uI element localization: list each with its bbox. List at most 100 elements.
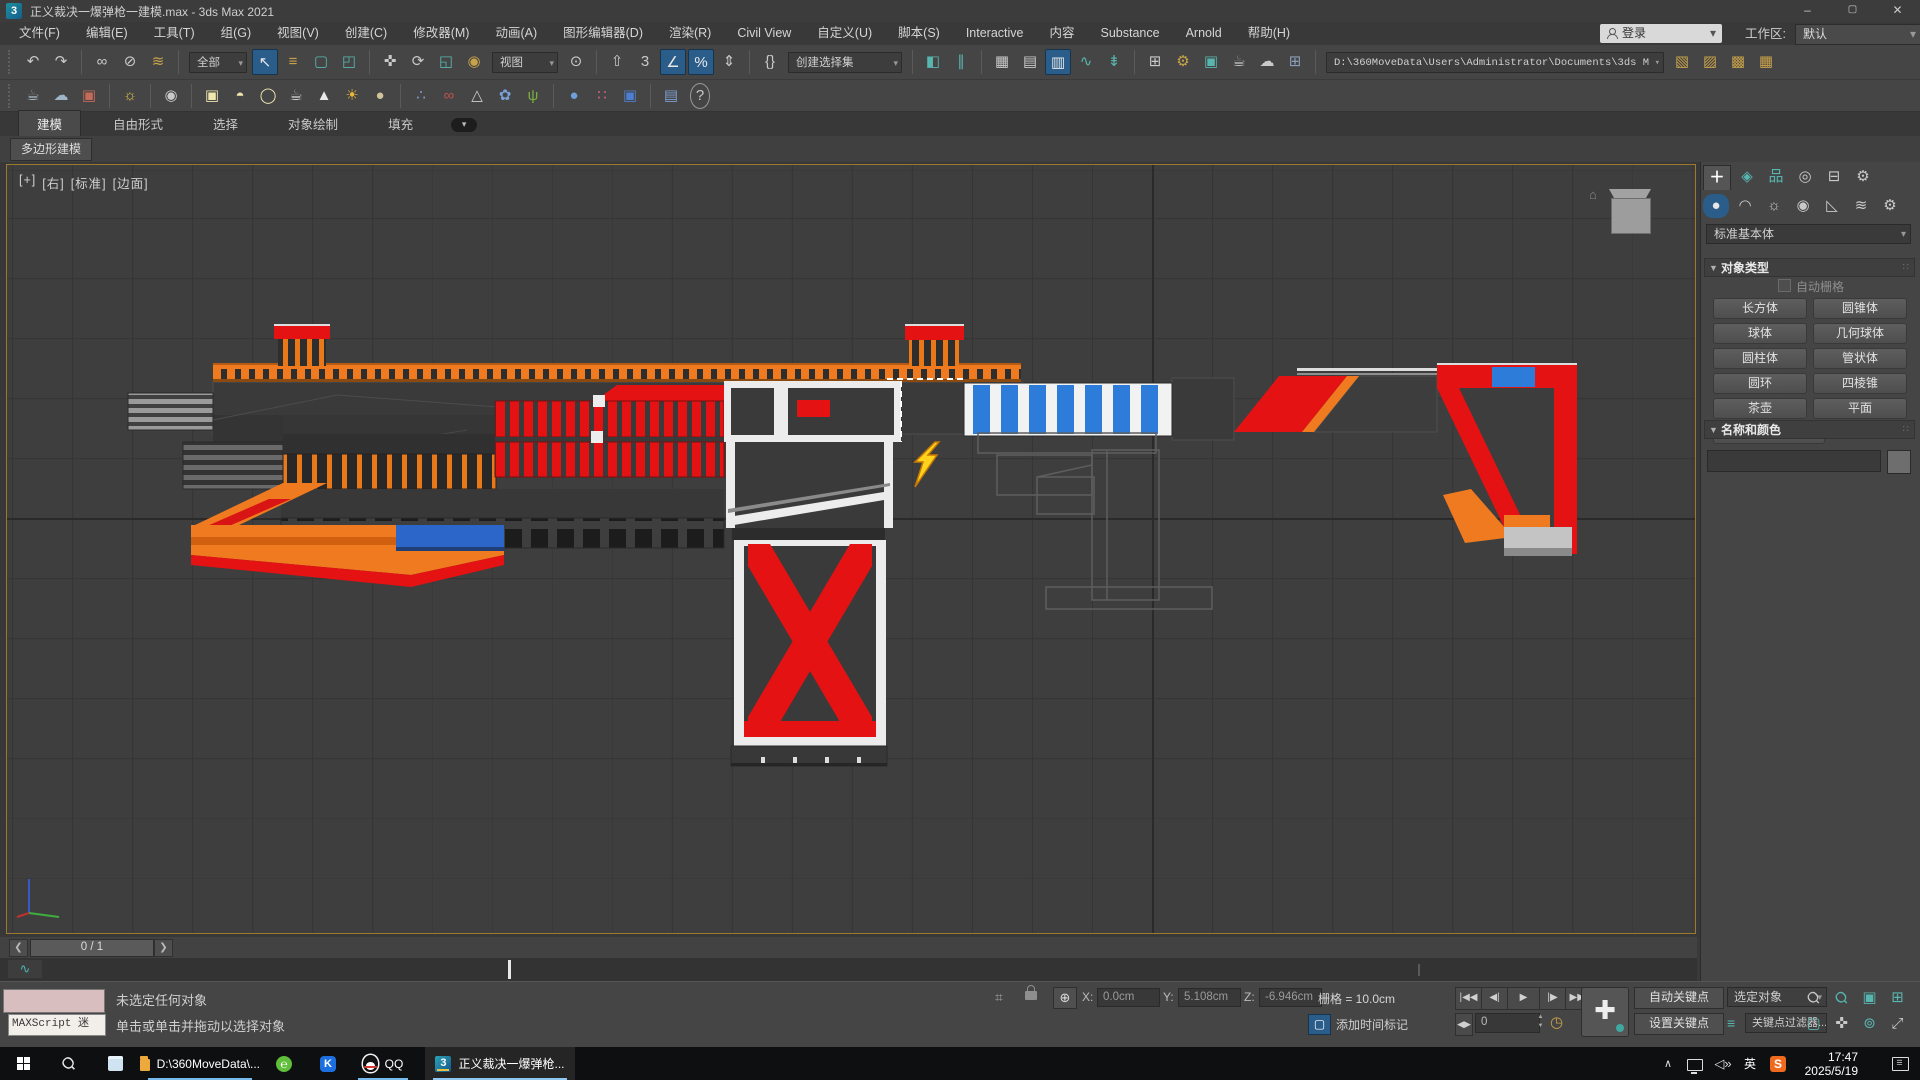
- ribbon-overflow-dropdown[interactable]: ▾: [451, 118, 477, 132]
- maxscript-mini-recorder[interactable]: [3, 989, 105, 1013]
- isolate-selection-icon[interactable]: ⌗: [995, 989, 1003, 1006]
- browser-360-button[interactable]: ℮: [262, 1047, 306, 1080]
- select-object-icon[interactable]: ↖: [252, 49, 278, 75]
- gun-model[interactable]: [7, 165, 1695, 933]
- frame-step-icon[interactable]: ◀▶: [1455, 1013, 1473, 1036]
- lights-icon[interactable]: ☼: [1761, 194, 1787, 218]
- primitive-button[interactable]: 球体: [1713, 323, 1807, 344]
- add-time-tag-label[interactable]: 添加时间标记: [1336, 1016, 1408, 1033]
- view-cube-top[interactable]: [1609, 189, 1651, 198]
- workspace-save-icon[interactable]: ▧: [1669, 49, 1695, 75]
- flower-icon[interactable]: ✿: [492, 84, 518, 108]
- light-card-icon[interactable]: ☼: [117, 84, 143, 108]
- workspace-dropdown[interactable]: 默认▾: [1795, 24, 1920, 45]
- shapes-icon[interactable]: ◠: [1732, 194, 1758, 218]
- motion-tab-icon[interactable]: ◎: [1792, 165, 1818, 189]
- select-rotate-icon[interactable]: ⟳: [405, 49, 431, 75]
- menu-item[interactable]: 工具(T): [141, 22, 208, 45]
- prev-frame-button[interactable]: ◀|: [1481, 987, 1508, 1010]
- primitive-button[interactable]: 四棱锥: [1813, 373, 1907, 394]
- ribbon-tab[interactable]: 建模: [18, 110, 81, 136]
- x-coordinate-field[interactable]: 0.0cm: [1097, 988, 1160, 1007]
- start-button[interactable]: [0, 1047, 46, 1080]
- named-selection-dropdown[interactable]: 创建选择集▾: [788, 52, 902, 73]
- menu-item[interactable]: 视图(V): [264, 22, 332, 45]
- systems-icon[interactable]: ⚙: [1877, 194, 1903, 218]
- modify-tab-icon[interactable]: ◈: [1734, 165, 1760, 189]
- ribbon-tab[interactable]: 对象绘制: [270, 111, 356, 136]
- toolbar-drag-handle[interactable]: [8, 50, 14, 74]
- k-app-button[interactable]: K: [306, 1047, 350, 1080]
- cameras-icon[interactable]: ◉: [1790, 194, 1816, 218]
- select-scale-icon[interactable]: ◱: [433, 49, 459, 75]
- snaps-toggle-icon[interactable]: 3: [632, 49, 658, 75]
- select-place-icon[interactable]: ◉: [461, 49, 487, 75]
- workspace-folder-icon[interactable]: ▨: [1697, 49, 1723, 75]
- helpers-icon[interactable]: ◺: [1819, 194, 1845, 218]
- ribbon-tab[interactable]: 自由形式: [95, 111, 181, 136]
- home-icon[interactable]: ⌂: [1589, 187, 1597, 202]
- close-button[interactable]: ✕: [1875, 0, 1920, 22]
- teapot-wire-icon[interactable]: ☕: [283, 84, 309, 108]
- object-color-swatch[interactable]: [1887, 450, 1911, 474]
- spacewarps-icon[interactable]: ≋: [1848, 194, 1874, 218]
- sphere-box-icon[interactable]: ▣: [617, 84, 643, 108]
- primitive-button[interactable]: 管状体: [1813, 348, 1907, 369]
- zoom-extents-icon[interactable]: ▣: [1856, 986, 1883, 1011]
- orbit-icon[interactable]: ⊚: [1856, 1012, 1883, 1037]
- render-icon[interactable]: ☕: [1226, 49, 1252, 75]
- camera-icon[interactable]: ◉: [158, 84, 184, 108]
- zoom-region-icon[interactable]: ▢: [1800, 1012, 1827, 1037]
- menu-item[interactable]: 创建(C): [332, 22, 400, 45]
- primitive-button[interactable]: 茶壶: [1713, 398, 1807, 419]
- maximize-button[interactable]: ▢: [1830, 0, 1875, 22]
- primitive-button[interactable]: 平面: [1813, 398, 1907, 419]
- network-tray-icon[interactable]: [1681, 1047, 1709, 1080]
- qq-task-button[interactable]: QQ: [350, 1047, 416, 1080]
- zoom-icon[interactable]: Ϙ: [1800, 986, 1827, 1011]
- autogrid-checkbox[interactable]: [1778, 279, 1791, 292]
- z-coordinate-field[interactable]: -6.946cm: [1259, 988, 1322, 1007]
- next-key-arrow[interactable]: ❯: [154, 939, 173, 957]
- rect-light-icon[interactable]: ▣: [199, 84, 225, 108]
- viewport-label[interactable]: [+] [右] [标准] [边面]: [19, 173, 149, 192]
- pan-icon[interactable]: ✜: [1828, 1012, 1855, 1037]
- taskbar-clock[interactable]: 17:47 2025/5/19: [1805, 1050, 1858, 1078]
- percent-snap-icon[interactable]: %: [688, 49, 714, 75]
- play-button[interactable]: ▶: [1507, 987, 1540, 1010]
- sogou-tray-icon[interactable]: S: [1763, 1047, 1793, 1080]
- category-dropdown[interactable]: 标准基本体▾: [1706, 224, 1911, 244]
- key-filter-icon[interactable]: ≡: [1727, 1015, 1735, 1031]
- sun-icon[interactable]: ☀: [339, 84, 365, 108]
- curve-editor-icon[interactable]: ∿: [1073, 49, 1099, 75]
- select-link-icon[interactable]: ∞: [89, 49, 115, 75]
- notes-task-button[interactable]: [92, 1047, 138, 1080]
- select-move-icon[interactable]: ✜: [377, 49, 403, 75]
- track-bar[interactable]: ∿: [0, 958, 1697, 982]
- viewport-menu-edged[interactable]: [边面]: [113, 173, 149, 192]
- maximize-viewport-icon[interactable]: ⤢: [1884, 1012, 1911, 1037]
- teapot-icon[interactable]: ☕: [20, 84, 46, 108]
- select-by-name-icon[interactable]: ≡: [280, 49, 306, 75]
- balloon-icon[interactable]: ●: [561, 84, 587, 108]
- viewport-menu-view[interactable]: [右]: [42, 173, 64, 192]
- primitive-button[interactable]: 圆环: [1713, 373, 1807, 394]
- geometry-icon[interactable]: ●: [1703, 194, 1729, 218]
- grass-icon[interactable]: ψ: [520, 84, 546, 108]
- time-configuration-icon[interactable]: ◷: [1550, 1013, 1563, 1031]
- bind-spacewarp-icon[interactable]: ≋: [145, 49, 171, 75]
- spinner-snap-icon[interactable]: ⇕: [716, 49, 742, 75]
- explorer-task-button[interactable]: D:\360MoveData\...: [140, 1047, 260, 1080]
- menu-item[interactable]: 文件(F): [6, 22, 73, 45]
- menu-item[interactable]: Substance: [1088, 22, 1173, 45]
- menu-item[interactable]: 编辑(E): [73, 22, 141, 45]
- project-folder-dropdown[interactable]: D:\360MoveData\Users\Administrator\Docum…: [1326, 52, 1664, 73]
- zoom-extents-all-icon[interactable]: ⊞: [1884, 986, 1911, 1011]
- ribbon-tab[interactable]: 选择: [195, 111, 256, 136]
- render-cloud-icon[interactable]: ☁: [1254, 49, 1280, 75]
- render-elements-icon[interactable]: ⊞: [1282, 49, 1308, 75]
- time-tag-cube-button[interactable]: ▢: [1308, 1014, 1331, 1035]
- primitive-button[interactable]: 长方体: [1713, 298, 1807, 319]
- redo-icon[interactable]: ↷: [48, 49, 74, 75]
- maxscript-mini-listener[interactable]: MAXScript 迷: [8, 1014, 106, 1036]
